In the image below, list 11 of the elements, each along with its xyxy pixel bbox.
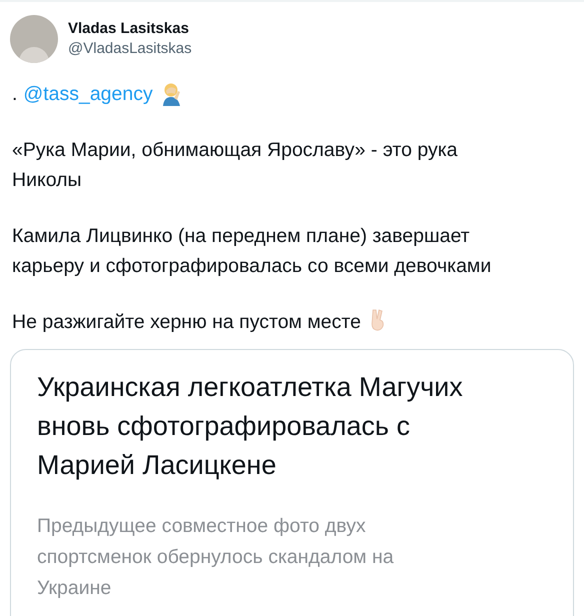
tweet-text: .: [12, 82, 18, 107]
card-title: Украинская легкоатлетка Магучих вновь сфотографировалась с Марией Ласицкене: [37, 371, 464, 482]
tweet-text: Не разжигайте херню на пустом месте: [12, 311, 361, 333]
tweet-text: Камила Лицвинко (на переднем плане) завершает карьеру и сфотографировалась со всеми девочками: [12, 225, 492, 277]
author-handle[interactable]: @VladasLasitskas: [68, 39, 192, 59]
avatar[interactable]: [10, 15, 58, 63]
facepalm-emoji-icon: [160, 82, 183, 106]
card-description: Предыдущее совместное фото двух спортсменок обернулось скандалом на Украине: [37, 514, 395, 601]
link-card[interactable]: Украинская легкоатлетка Магучих вновь сфотографировалась с Марией Ласицкене Предыдущее совместное фото двух спортсменок обернулось скандалом на Украине: [10, 349, 574, 616]
tweet-text: «Рука Марии, обнимающая Ярославу» - это рука Николы: [12, 139, 458, 191]
author-name[interactable]: Vladas Lasitskas: [68, 19, 192, 39]
